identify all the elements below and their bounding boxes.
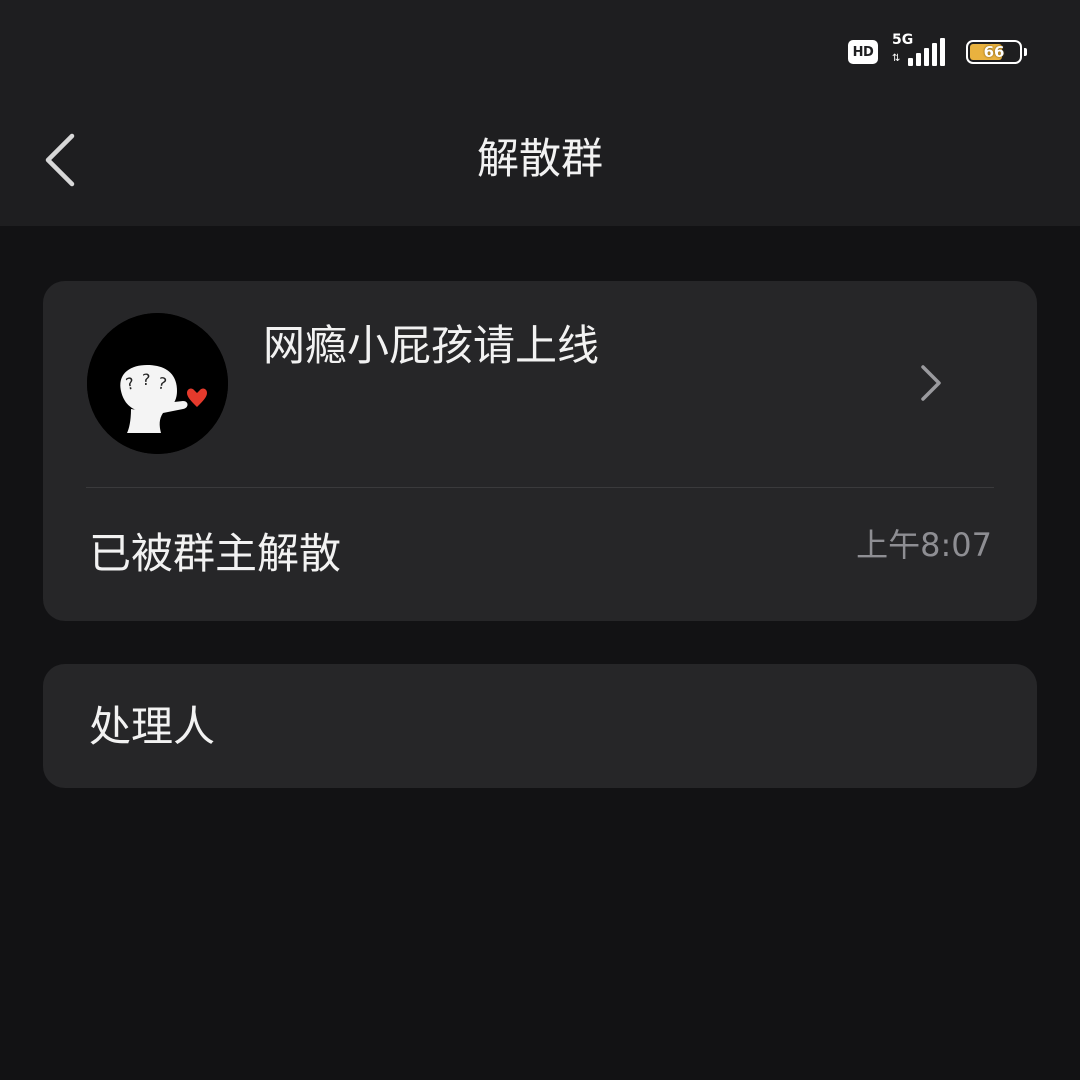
hd-icon: HD: [848, 40, 878, 64]
status-bar: HD 5G ⇅ 66: [848, 32, 1027, 72]
divider: [86, 487, 994, 488]
avatar: ? ? ?: [87, 313, 228, 454]
handler-card: 处理人: [43, 664, 1037, 788]
svg-text:?: ?: [142, 370, 151, 389]
group-info-card: ? ? ? 网瘾小屁孩请上线 已被群主解散 上午8:07: [43, 281, 1037, 621]
group-name: 网瘾小屁孩请上线: [263, 321, 600, 370]
signal-bars-icon: [908, 38, 945, 66]
chevron-right-icon: [921, 365, 941, 401]
page-title: 解散群: [476, 134, 603, 183]
dissolve-status: 已被群主解散: [89, 529, 342, 578]
dissolve-group-screen: HD 5G ⇅ 66 解散群 ? ? ? 网瘾小屁孩请上线 已被群主解散 上午8…: [0, 0, 1080, 1080]
group-row[interactable]: ? ? ? 网瘾小屁孩请上线: [43, 281, 1037, 487]
handler-label: 处理人: [89, 702, 216, 751]
cellular-signal-icon: 5G ⇅: [890, 32, 954, 70]
battery-icon: 66: [966, 40, 1027, 64]
data-arrows-icon: ⇅: [892, 53, 901, 64]
battery-level: 66: [983, 43, 1005, 61]
navigation-bar: 解散群: [0, 100, 1080, 218]
question-face-sticker-icon: ? ? ?: [87, 313, 228, 454]
top-bar: HD 5G ⇅ 66 解散群: [0, 0, 1080, 226]
timestamp: 上午8:07: [856, 526, 992, 564]
